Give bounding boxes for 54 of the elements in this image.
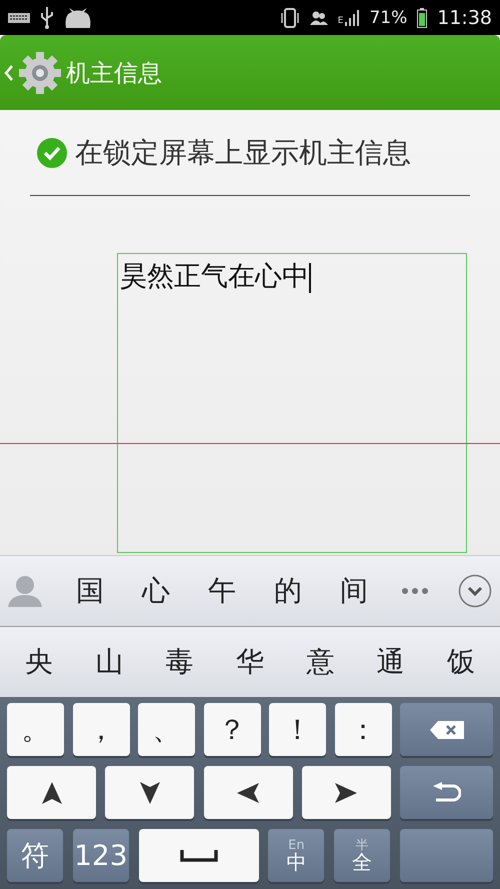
down-key[interactable] <box>105 766 194 819</box>
gear-icon <box>18 50 62 94</box>
backspace-icon <box>430 720 464 738</box>
candidate-word[interactable]: 心 <box>138 572 174 610</box>
app-title: 机主信息 <box>66 58 162 88</box>
more-icon[interactable] <box>402 588 428 594</box>
clock: 11:38 <box>437 6 492 28</box>
right-arrow-icon <box>335 782 358 802</box>
space-key[interactable] <box>138 829 259 882</box>
key[interactable]: 。 <box>7 703 64 756</box>
enter-icon <box>432 782 460 804</box>
suggestion-word[interactable]: 毒 <box>162 643 198 681</box>
contacts-icon <box>310 10 328 24</box>
suggestion-word[interactable]: 饭 <box>442 643 479 681</box>
left-arrow-icon <box>237 782 259 802</box>
up-arrow-icon <box>42 782 62 804</box>
language-toggle-key[interactable]: 半 全 <box>334 829 390 882</box>
suggestion-word[interactable]: 华 <box>232 643 268 681</box>
key[interactable]: ， <box>72 703 130 756</box>
vibrate-icon <box>280 8 300 28</box>
battery-percent: 71% <box>369 8 408 28</box>
candidate-word[interactable]: 的 <box>270 572 306 610</box>
network-type: E <box>338 16 344 26</box>
usb-icon <box>40 6 54 28</box>
language-toggle-key[interactable]: En 中 <box>268 829 324 882</box>
checkbox[interactable] <box>37 138 67 168</box>
suggestion-word[interactable]: 意 <box>302 643 338 681</box>
key[interactable]: ？ <box>204 703 260 756</box>
right-key[interactable] <box>302 766 391 819</box>
space-icon <box>180 850 218 862</box>
candidate-word[interactable]: 间 <box>336 572 372 610</box>
suggestion-word[interactable]: 山 <box>91 643 128 681</box>
backspace-key[interactable] <box>400 703 493 756</box>
up-key[interactable] <box>7 766 96 819</box>
key[interactable]: 、 <box>138 703 195 756</box>
enter-key[interactable] <box>400 766 493 819</box>
battery-icon <box>417 8 428 28</box>
candidate-word[interactable]: 国 <box>72 572 108 610</box>
back-icon[interactable] <box>4 64 14 82</box>
candidate-word[interactable]: 午 <box>204 572 240 610</box>
expand-icon[interactable] <box>458 574 492 608</box>
key[interactable]: 符 <box>7 829 63 882</box>
robot-icon <box>64 8 92 28</box>
key[interactable]: 123 <box>72 829 129 882</box>
suggestion-word[interactable]: 央 <box>21 643 58 681</box>
key[interactable]: ： <box>334 703 392 756</box>
down-arrow-icon <box>140 782 160 804</box>
left-key[interactable] <box>204 766 292 819</box>
signal-icon <box>345 10 360 26</box>
suggestion-word[interactable]: 通 <box>372 643 409 681</box>
owner-info-field[interactable]: 昊然正气在心中 <box>117 253 467 553</box>
key[interactable]: ！ <box>269 703 326 756</box>
keyboard-icon <box>8 12 30 22</box>
checkbox-label[interactable]: 在锁定屏幕上显示机主信息 <box>75 134 411 172</box>
